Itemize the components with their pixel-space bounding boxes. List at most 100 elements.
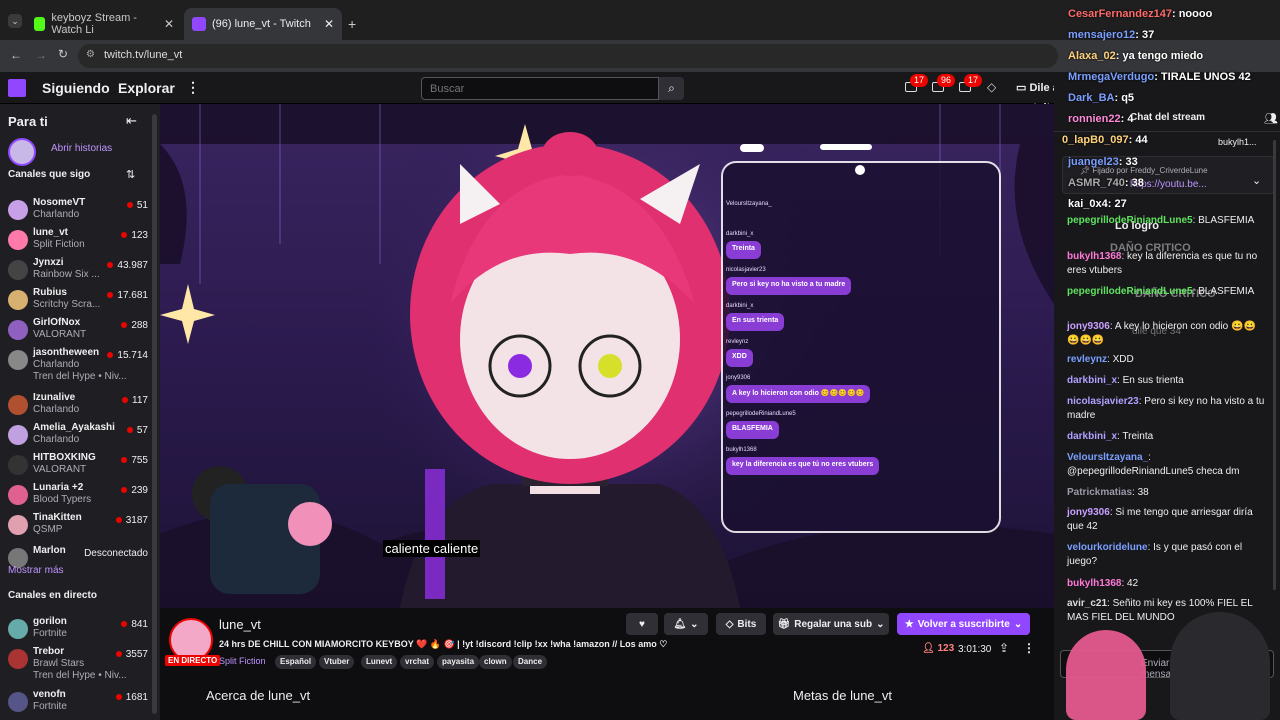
heart-icon: ♥ (639, 618, 645, 630)
search-icon[interactable]: ⌕ (659, 77, 684, 100)
chat-username[interactable]: Veloursltzayana_ (1067, 452, 1148, 463)
sidebar-channel[interactable]: TinaKitten QSMP 3187 (8, 512, 148, 542)
more-menu-icon[interactable]: ⋮ (186, 79, 200, 96)
overlay-chat-line: Alaxa_02: ya tengo miedo (1068, 50, 1203, 62)
chat-separator: : (1135, 29, 1142, 41)
stories-avatar[interactable] (8, 138, 36, 166)
forward-icon[interactable]: → (35, 48, 47, 62)
sidebar-channel[interactable]: Rubius Scritchy Scra... 17.681 (8, 287, 148, 317)
chevron-down-icon[interactable]: ⌄ (1252, 174, 1261, 187)
chat-username[interactable]: avir_c21 (1067, 598, 1107, 609)
chat-user-list-icon[interactable]: 👥︎ (1264, 112, 1278, 125)
sidebar-channel[interactable]: NosomeVT Charlando 51 (8, 197, 148, 227)
chat-message: pepegrillodeRiniandLune5: BLASFEMIA (1067, 214, 1267, 228)
channel-avatar (8, 230, 28, 250)
channel-name[interactable]: lune_vt (219, 617, 261, 632)
browser-tab-twitch[interactable]: (96) lune_vt - Twitch ✕ (184, 8, 342, 40)
bits-button[interactable]: ◇ Bits (716, 613, 766, 635)
viewer-count: 15.714 (107, 350, 148, 361)
overlay-chat-user: pepegrillodeRiniandLune5 (726, 411, 796, 417)
gift-sub-button[interactable]: 🎁︎ Regalar una sub ⌄ (773, 613, 889, 635)
stream-tag[interactable]: Dance (513, 655, 548, 669)
live-channel[interactable]: Trebor Brawl Stars 3557 Tren del Hype • Niv… (8, 646, 148, 681)
back-icon[interactable]: ← (10, 48, 22, 62)
stream-tag[interactable]: Vtuber (319, 655, 355, 669)
sidebar-channel[interactable]: GirlOfNox VALORANT 288 (8, 317, 148, 347)
notification-bell-button[interactable]: 🔔︎ ⌄ (664, 613, 708, 635)
close-icon[interactable]: ✕ (324, 17, 334, 31)
follow-button[interactable]: ♥ (626, 613, 658, 635)
chat-text: Treinta (1122, 431, 1154, 442)
viewer-icon: 👤︎ (922, 643, 938, 654)
stream-tag[interactable]: Español (275, 655, 317, 669)
share-icon[interactable]: ⇪ (999, 641, 1009, 655)
chat-username[interactable]: jony9306 (1067, 507, 1110, 518)
live-channel[interactable]: gorilon Fortnite 841 (8, 616, 148, 646)
chat-username[interactable]: velourkoridelune (1067, 542, 1148, 553)
show-more-link[interactable]: Mostrar más (8, 565, 64, 576)
chat-separator: : (1124, 177, 1132, 189)
channel-game: Fortnite (33, 628, 67, 639)
chat-username[interactable]: darkbini_x (1067, 375, 1117, 386)
more-options-icon[interactable]: ⋮ (1023, 641, 1035, 655)
overlay-chat-user: Alaxa_02 (1068, 50, 1116, 62)
sidebar-channel[interactable]: HITBOXKING VALORANT 755 (8, 452, 148, 482)
tab-list-icon[interactable]: ⌄ (8, 14, 22, 28)
twitch-logo-icon[interactable] (8, 79, 26, 97)
sidebar-scrollbar[interactable] (152, 114, 157, 714)
chat-message: Patrickmatias: 38 (1067, 486, 1267, 500)
chat-username[interactable]: darkbini_x (1067, 431, 1117, 442)
sidebar-channel[interactable]: Amelia_Ayakashi Charlando 57 (8, 422, 148, 452)
stream-tag[interactable]: clown (479, 655, 512, 669)
chat-scrollbar[interactable] (1273, 140, 1276, 590)
chat-username[interactable]: Patrickmatias (1067, 487, 1132, 498)
viewer-count: 👤︎ 123 (922, 643, 954, 654)
caption: caliente caliente (383, 540, 481, 557)
overlay-chat-text: 4 (1127, 113, 1134, 125)
sidebar-channel[interactable]: lune_vt Split Fiction 123 (8, 227, 148, 257)
new-tab-icon[interactable]: + (348, 16, 356, 32)
bits-icon: ◇ (725, 618, 734, 630)
resubscribe-button[interactable]: ★ Volver a suscribirte ⌄ (897, 613, 1030, 635)
sort-icon[interactable]: ⇅ (126, 168, 135, 181)
overlay-chat-bubble: A key lo hicieron con odio 😊😊😊😊😊 (726, 385, 871, 403)
video-player[interactable]: Veloursltzayana_ darkbini_x Treinta nicolas… (160, 104, 1054, 608)
chat-text: XDD (1112, 354, 1134, 365)
sidebar-channel[interactable]: Izunalive Charlando 117 (8, 392, 148, 422)
channel-name: jasontheween (33, 347, 100, 358)
sidebar-channel[interactable]: jasontheween Charlando 15.714 Tren del Hype… (8, 347, 148, 382)
chat-username[interactable]: pepegrillodeRiniandLune5 (1067, 215, 1193, 226)
bits-icon[interactable]: ◇ (987, 80, 996, 94)
sidebar-channel[interactable]: Lunaria +2 Blood Typers 239 (8, 482, 148, 512)
chat-username[interactable]: pepegrillodeRiniandLune5 (1067, 286, 1193, 297)
sidebar-channel[interactable]: Jynxzi Rainbow Six ... 43.987 (8, 257, 148, 287)
url-field[interactable]: twitch.tv/lune_vt (78, 44, 1058, 68)
close-icon[interactable]: ✕ (164, 17, 174, 31)
channel-name: Jynxzi (33, 257, 64, 268)
live-channel[interactable]: venofn Fortnite 1681 (8, 689, 148, 719)
overlay-chat-user: CesarFernandez147 (1068, 8, 1172, 20)
open-stories-link[interactable]: Abrir historias (51, 143, 112, 154)
reload-icon[interactable]: ↻ (58, 47, 68, 61)
overlay-chat-line: CesarFernandez147: noooo (1068, 8, 1212, 20)
channel-game: Charlando (33, 209, 80, 220)
chat-username[interactable]: nicolasjavier23 (1067, 396, 1139, 407)
chat-username[interactable]: revleynz (1067, 354, 1107, 365)
stream-tag[interactable]: payasita (437, 655, 480, 669)
gift-icon: 🎁︎ (777, 618, 791, 630)
nav-explore[interactable]: Explorar (118, 80, 175, 96)
search-input[interactable] (421, 77, 659, 100)
site-info-icon[interactable]: ⚙ (86, 49, 95, 60)
game-link[interactable]: Split Fiction (219, 656, 266, 666)
browser-tab-keyboyz[interactable]: keyboyz Stream - Watch Li ✕ (26, 8, 182, 40)
chat-username[interactable]: bukylh1368 (1067, 251, 1121, 262)
stream-tag[interactable]: vrchat (400, 655, 435, 669)
nav-following[interactable]: Siguiendo (42, 80, 110, 96)
overlay-chat-line: 0_lapB0_097: 44 (1062, 134, 1148, 146)
collapse-sidebar-icon[interactable]: ⇤ (126, 113, 137, 129)
overlay-chat-text: q5 (1121, 92, 1135, 104)
pinned-sub: bukylh1... (1218, 137, 1257, 147)
chat-username[interactable]: jony9306 (1067, 321, 1110, 332)
chat-username[interactable]: bukylh1368 (1067, 578, 1121, 589)
stream-tag[interactable]: Lunevt (361, 655, 398, 669)
